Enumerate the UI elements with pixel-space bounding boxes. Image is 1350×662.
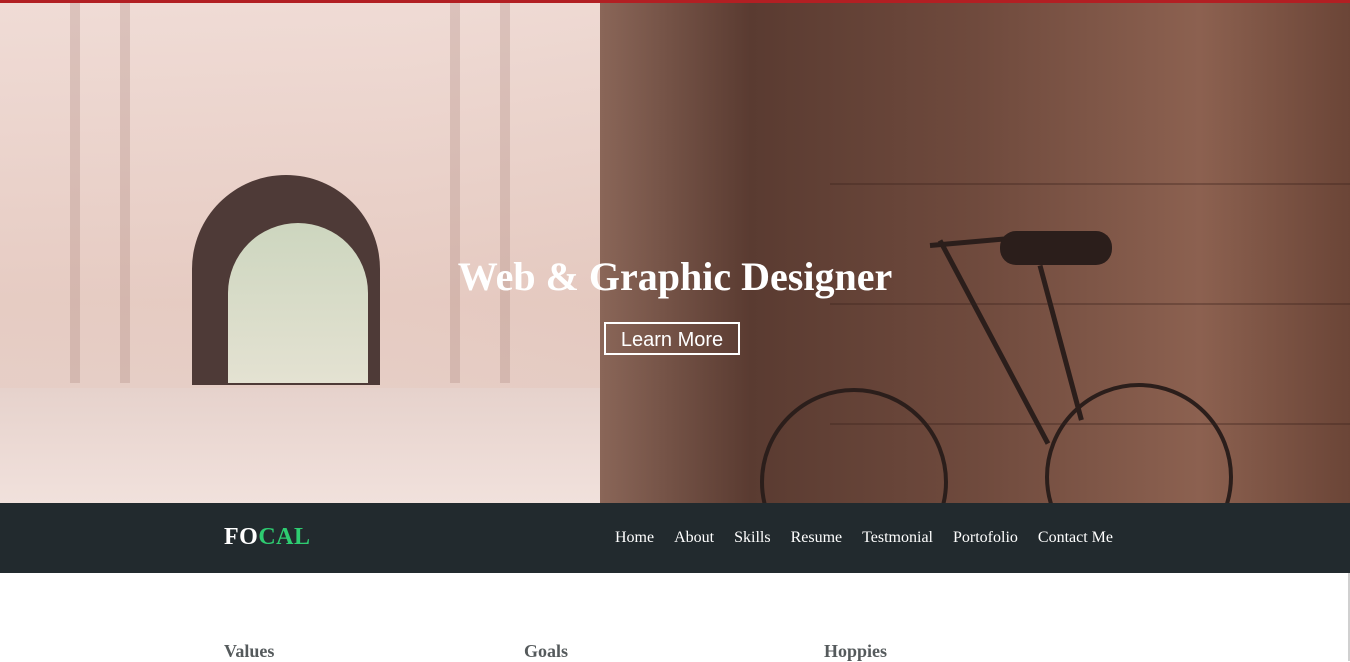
nav-item-testmonial[interactable]: Testmonial [862, 529, 933, 547]
hero-archway-light [228, 223, 368, 383]
hero-ground [0, 388, 600, 503]
main-navbar: FOCAL Home About Skills Resume Testmonia… [0, 503, 1350, 573]
hero-banner: Web & Graphic Designer Learn More [0, 3, 1350, 503]
nav-item-home[interactable]: Home [615, 529, 654, 547]
hero-title: Web & Graphic Designer [457, 254, 893, 299]
hero-pillar [500, 3, 510, 383]
hero-wall-line [830, 303, 1350, 305]
logo-part-cal: CAL [258, 524, 311, 550]
nav-item-about[interactable]: About [674, 529, 714, 547]
nav-item-contact-me[interactable]: Contact Me [1038, 529, 1113, 547]
nav-item-skills[interactable]: Skills [734, 529, 770, 547]
nav-menu: Home About Skills Resume Testmonial Port… [615, 529, 1113, 547]
learn-more-button[interactable]: Learn More [604, 322, 740, 355]
values-heading: Values [224, 641, 275, 661]
hero-pillar [70, 3, 80, 383]
hero-pillar [450, 3, 460, 383]
goals-heading: Goals [524, 641, 569, 661]
hero-pillar [120, 3, 130, 383]
hero-wall-line [830, 183, 1350, 185]
logo-part-fo: FO [224, 524, 259, 550]
nav-item-resume[interactable]: Resume [791, 529, 843, 547]
site-logo[interactable]: FOCAL [224, 524, 311, 551]
about-section: Values Goals Hoppies [0, 573, 1350, 661]
nav-item-portofolio[interactable]: Portofolio [953, 529, 1018, 547]
hoppies-heading: Hoppies [824, 641, 888, 661]
